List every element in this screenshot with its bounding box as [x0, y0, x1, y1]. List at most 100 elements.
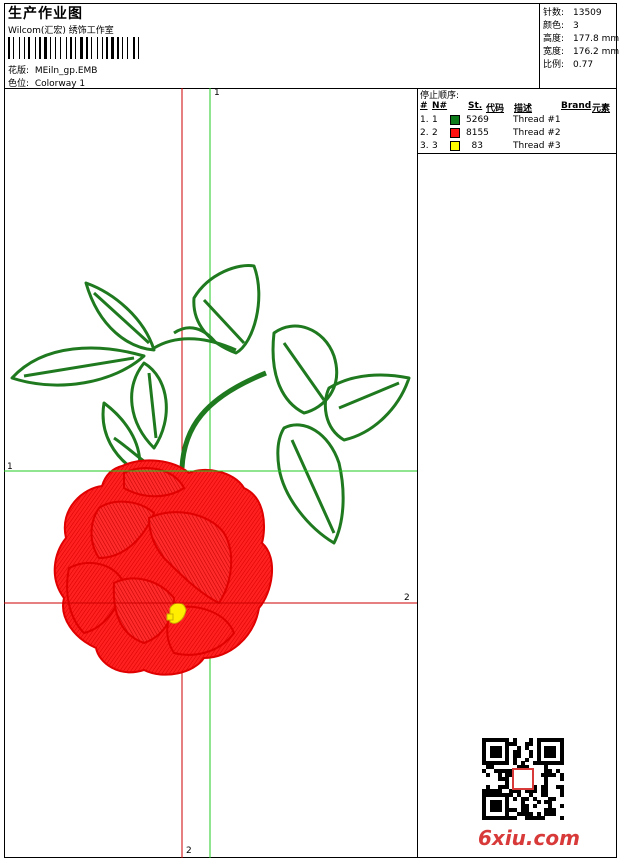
col-header-num: #	[420, 101, 428, 111]
barcode-bar	[86, 37, 88, 59]
row-num: 3.	[420, 141, 429, 151]
barcode-bar	[75, 37, 76, 59]
stat-label: 比例:	[543, 60, 565, 70]
color-swatch	[450, 128, 460, 138]
qr-module	[552, 796, 557, 801]
qr-module	[505, 761, 510, 766]
qr-module	[524, 796, 529, 801]
qr-module	[528, 753, 533, 758]
barcode-bar	[60, 37, 61, 59]
stat-width: 宽度: 176.2 mm	[543, 44, 619, 57]
qr-module	[560, 792, 565, 797]
col-header-st: St.	[468, 101, 483, 111]
qr-module	[560, 804, 565, 809]
barcode-bar	[106, 37, 108, 59]
qr-module	[532, 804, 537, 809]
barcode-bar	[39, 37, 41, 59]
watermark-logo: 6xiu.com	[478, 826, 580, 850]
barcode-bar	[138, 37, 139, 59]
barcode-bar	[8, 37, 10, 59]
design-canvas[interactable]: 1 1 2 2	[4, 88, 418, 858]
row-n: 3	[432, 141, 438, 151]
stat-label: 宽度:	[543, 47, 565, 57]
barcode-bar	[70, 37, 72, 59]
barcode-bar	[13, 37, 14, 59]
qr-module	[513, 796, 518, 801]
row-num: 1.	[420, 115, 429, 125]
color-swatch	[450, 141, 460, 151]
guide-label-green-vertical: 1	[214, 88, 220, 98]
barcode-bar	[24, 37, 25, 59]
col-header-desc: 描述	[514, 104, 533, 114]
barcode-bar	[50, 37, 51, 59]
design-file-value: MEiln_gp.EMB	[34, 66, 98, 76]
stat-colors: 颜色: 3	[543, 18, 579, 31]
stat-value: 177.8 mm	[573, 34, 620, 44]
stat-value: 3	[573, 21, 579, 31]
stat-label: 高度:	[543, 34, 565, 44]
stat-scale: 比例: 0.77	[543, 57, 593, 70]
stat-label: 颜色:	[543, 21, 565, 31]
barcode-bar	[19, 37, 20, 59]
qr-module	[560, 777, 565, 782]
qr-module	[517, 753, 522, 758]
stop-sequence-title: 停止顺序:	[420, 91, 460, 101]
stop-sequence-table: 停止顺序: # N# St. 代码 描述 Brand 元素 1. 1 5269 …	[418, 88, 617, 154]
row-desc: Thread #2	[513, 128, 561, 138]
row-num: 2.	[420, 128, 429, 138]
barcode	[8, 37, 156, 59]
col-header-n: N#	[432, 101, 448, 111]
stat-stitches: 针数: 13509	[543, 5, 602, 18]
barcode-bar	[44, 37, 47, 59]
color-swatch	[450, 115, 460, 125]
row-code: 5269	[466, 115, 489, 125]
barcode-bar	[127, 37, 128, 59]
qr-module	[513, 816, 518, 821]
qr-module	[528, 741, 533, 746]
stat-value: 0.77	[573, 60, 594, 70]
header: 生产作业图 Wilcom(汇宏) 绣饰工作室 花版: MEiln_gp.EMB …	[4, 3, 620, 89]
table-row[interactable]: 1. 1 5269 Thread #1	[418, 115, 617, 128]
qr-module	[560, 761, 565, 766]
barcode-bar	[80, 37, 83, 59]
table-row[interactable]: 2. 2 8155 Thread #2	[418, 128, 617, 141]
qr-module	[497, 808, 502, 813]
qr-code[interactable]	[482, 738, 565, 821]
qr-module	[524, 757, 529, 762]
col-header-elem: 元素	[592, 104, 611, 114]
barcode-bar	[133, 37, 135, 59]
barcode-bar	[91, 37, 92, 59]
guide-label-red-vertical: 2	[186, 846, 192, 856]
row-code: 8155	[466, 128, 489, 138]
qr-module	[560, 816, 565, 821]
barcode-bar	[35, 37, 36, 59]
qr-module	[485, 773, 490, 778]
qr-center-logo-icon	[512, 768, 534, 790]
row-desc: Thread #3	[513, 141, 561, 151]
qr-module	[536, 800, 541, 805]
barcode-bar	[28, 37, 30, 59]
row-code: 83	[471, 141, 483, 151]
design-stats: 针数: 13509 颜色: 3 高度: 177.8 mm 宽度: 176.2 mm 比例…	[539, 3, 620, 89]
barcode-bar	[55, 37, 56, 59]
stat-value: 13509	[573, 8, 602, 18]
page-title: 生产作业图	[8, 6, 83, 22]
row-n: 2	[432, 128, 438, 138]
table-row[interactable]: 3. 3 83 Thread #3	[418, 141, 617, 154]
col-header-brand: Brand	[561, 101, 592, 111]
stat-label: 针数:	[543, 8, 565, 18]
barcode-bar	[122, 37, 123, 59]
qr-module	[552, 812, 557, 817]
row-desc: Thread #1	[513, 115, 561, 125]
barcode-bar	[66, 37, 67, 59]
barcode-bar	[102, 37, 103, 59]
studio-name: Wilcom(汇宏) 绣饰工作室	[8, 26, 114, 36]
col-header-code: 代码	[486, 104, 505, 114]
guide-label-green-horizontal: 1	[7, 462, 13, 472]
barcode-bar	[111, 37, 114, 59]
qr-module	[552, 773, 557, 778]
design-file-label: 花版:	[8, 66, 30, 76]
qr-module	[497, 753, 502, 758]
stat-value: 176.2 mm	[573, 47, 620, 57]
header-info: 生产作业图 Wilcom(汇宏) 绣饰工作室 花版: MEiln_gp.EMB …	[6, 3, 540, 89]
